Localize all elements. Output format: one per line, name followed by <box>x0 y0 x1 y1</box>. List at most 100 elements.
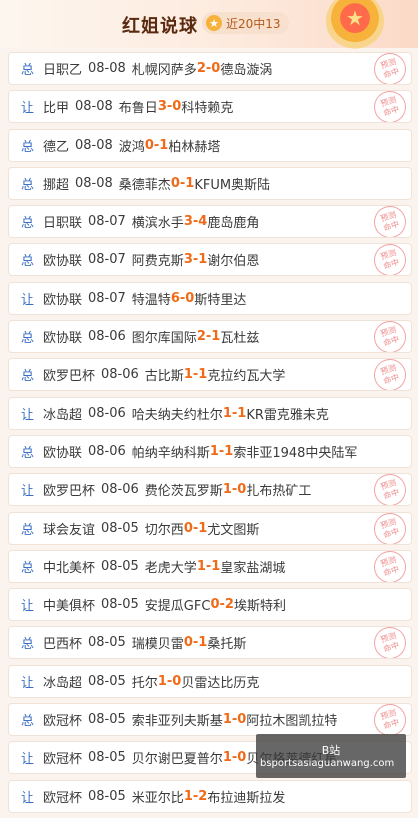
bet-type: 让 <box>21 599 35 615</box>
home-score: 1 <box>222 405 232 421</box>
match-date: 08-05 <box>88 635 126 651</box>
away-team: KFUM奥斯陆 <box>194 177 271 193</box>
league-name: 德乙 <box>43 139 70 155</box>
match-date: 08-07 <box>88 290 126 306</box>
match-date: 08-08 <box>88 61 126 76</box>
match-date: 08-06 <box>88 443 126 459</box>
home-team: 布鲁日 <box>118 101 158 117</box>
list-item[interactable]: 总欧协联 08-06 帕纳辛纳科斯 1 - 1 索非亚1948中央陆军 <box>8 434 412 468</box>
list-item[interactable]: 让中美俱杯 08-05 安提瓜GFC 0 - 2 埃斯特利 <box>8 588 412 622</box>
list-item[interactable]: 总日职联 08-07 横滨水手 3 - 4 鹿岛鹿角 预测 命中 <box>8 205 412 239</box>
bet-type: 总 <box>21 369 35 385</box>
away-score: 1 <box>198 520 208 536</box>
bet-type: 让 <box>21 407 35 423</box>
league-name: 欧罗巴杯 <box>43 484 96 500</box>
list-item[interactable]: 让欧罗巴杯 08-06 费伦茨瓦罗斯 1 - 0 扎布热矿工 预测 命中 <box>8 473 412 507</box>
league-name: 巴西杯 <box>43 637 83 653</box>
away-team: 瓦杜兹 <box>220 331 260 347</box>
away-score: 1 <box>237 405 247 421</box>
away-score: 1 <box>198 367 208 383</box>
list-item[interactable]: 总欧罗巴杯 08-06 古比斯 1 - 1 克拉约瓦大学 预测 命中 <box>8 358 412 392</box>
list-item[interactable]: 总球会友谊 08-05 切尔西 0 - 1 尤文图斯 预测 命中 <box>8 511 412 545</box>
home-team: 索非亚列夫斯基 <box>131 714 223 730</box>
list-item[interactable]: 总巴西杯 08-05 瑞模贝雷 0 - 1 桑托斯 预测 命中 <box>8 626 412 660</box>
hit-stamp-icon: 预测 命中 <box>369 91 411 123</box>
list-item[interactable]: 总日职乙 08-08 札幌冈萨多 2 - 0 德岛漩涡 预测 命中 <box>8 52 412 85</box>
match-date: 08-08 <box>75 175 113 191</box>
list-item[interactable]: 让冰岛超 08-05 托尔 1 - 0 贝雷达比历克 <box>8 664 412 698</box>
away-team: 扎布热矿工 <box>246 484 312 500</box>
away-score: 0 <box>237 712 247 728</box>
away-team: 柏林赫塔 <box>168 139 221 155</box>
away-score: 2 <box>224 597 234 613</box>
home-team: 帕纳辛纳科斯 <box>131 445 210 461</box>
hit-stamp-icon: 预测 命中 <box>369 359 411 391</box>
list-item[interactable]: 让欧冠杯 08-05 米亚尔比 1 - 2 布拉迪斯拉发 <box>8 779 412 813</box>
league-name: 挪超 <box>43 177 70 193</box>
list-item[interactable]: 让欧协联 08-07 特温特 6 - 0 斯特里达 <box>8 281 412 315</box>
bet-type: 让 <box>21 752 35 768</box>
home-team: 费伦茨瓦罗斯 <box>144 484 223 500</box>
record-text: 近20中13 <box>226 16 281 31</box>
away-team: 贝雷达比历克 <box>181 675 260 691</box>
list-item[interactable]: 总中北美杯 08-05 老虎大学 1 - 1 皇家盐湖城 预测 命中 <box>8 549 412 583</box>
home-score: 3 <box>157 99 167 115</box>
match-date: 08-05 <box>88 712 126 728</box>
home-team: 托尔 <box>131 675 158 691</box>
home-score: 1 <box>222 712 232 728</box>
league-name: 欧协联 <box>43 445 83 461</box>
home-score: 6 <box>170 290 180 306</box>
match-date: 08-06 <box>101 482 139 498</box>
away-score: 0 <box>185 290 195 306</box>
list-item[interactable]: 总欧协联 08-06 图尔库国际 2 - 1 瓦杜兹 预测 命中 <box>8 320 412 354</box>
league-name: 欧协联 <box>43 254 83 270</box>
home-score: 0 <box>183 635 193 651</box>
match-date: 08-05 <box>88 750 126 766</box>
away-team: 皇家盐湖城 <box>220 560 286 576</box>
home-team: 古比斯 <box>144 369 184 385</box>
away-score: 4 <box>198 214 208 230</box>
home-team: 桑德菲杰 <box>118 177 171 193</box>
home-team: 波鸿 <box>118 139 145 155</box>
bet-type: 让 <box>21 101 35 117</box>
hit-stamp-icon: 预测 命中 <box>369 321 411 353</box>
prediction-list: 总日职乙 08-08 札幌冈萨多 2 - 0 德岛漩涡 预测 命中让比甲 08-08 布鲁日 3 … <box>8 52 412 818</box>
away-team: KR雷克雅未克 <box>246 407 329 423</box>
league-name: 中北美杯 <box>43 560 96 576</box>
away-team: 尤文图斯 <box>207 522 260 538</box>
match-date: 08-06 <box>88 329 126 345</box>
away-score: 2 <box>198 788 208 804</box>
home-score: 1 <box>183 367 193 383</box>
home-score: 1 <box>209 443 219 459</box>
away-team: 科特赖克 <box>181 101 234 117</box>
list-item[interactable]: 让冰岛超 08-06 哈夫纳夫约杜尔 1 - 1 KR雷克雅未克 <box>8 396 412 430</box>
star-icon: ★ <box>206 15 222 31</box>
away-team: 索非亚1948中央陆军 <box>233 445 358 461</box>
away-score: 0 <box>172 673 182 689</box>
away-score: 1 <box>198 635 208 651</box>
away-team: 斯特里达 <box>194 292 247 308</box>
away-team: 布拉迪斯拉发 <box>207 790 286 806</box>
match-date: 08-05 <box>101 520 139 536</box>
league-name: 欧协联 <box>43 331 83 347</box>
list-item[interactable]: 让比甲 08-08 布鲁日 3 - 0 科特赖克 预测 命中 <box>8 90 412 124</box>
bet-type: 总 <box>21 637 35 653</box>
list-item[interactable]: 总欧协联 08-07 阿费克斯 3 - 1 谢尔伯恩 预测 命中 <box>8 243 412 277</box>
league-name: 中美俱杯 <box>43 599 96 615</box>
away-team: 谢尔伯恩 <box>207 254 260 270</box>
bet-type: 总 <box>21 177 35 193</box>
home-team: 横滨水手 <box>131 216 184 232</box>
home-team: 阿费克斯 <box>131 254 184 270</box>
watermark-overlay: B站 bsportsasiaguanwang.com <box>256 734 406 778</box>
match-date: 08-05 <box>101 597 139 613</box>
league-name: 冰岛超 <box>43 407 83 423</box>
league-name: 日职乙 <box>43 63 83 78</box>
league-name: 球会友谊 <box>43 522 96 538</box>
list-item[interactable]: 总德乙 08-08 波鸿 0 - 1 柏林赫塔 <box>8 128 412 162</box>
list-item[interactable]: 总挪超 08-08 桑德菲杰 0 - 1 KFUM奥斯陆 <box>8 166 412 200</box>
list-item[interactable]: 总欧冠杯 08-05 索非亚列夫斯基 1 - 0 阿拉木图凯拉特 预测 命中 <box>8 703 412 737</box>
away-score: 0 <box>211 61 221 76</box>
home-score: 3 <box>183 252 193 268</box>
league-name: 欧冠杯 <box>43 714 83 730</box>
bet-type: 让 <box>21 790 35 806</box>
